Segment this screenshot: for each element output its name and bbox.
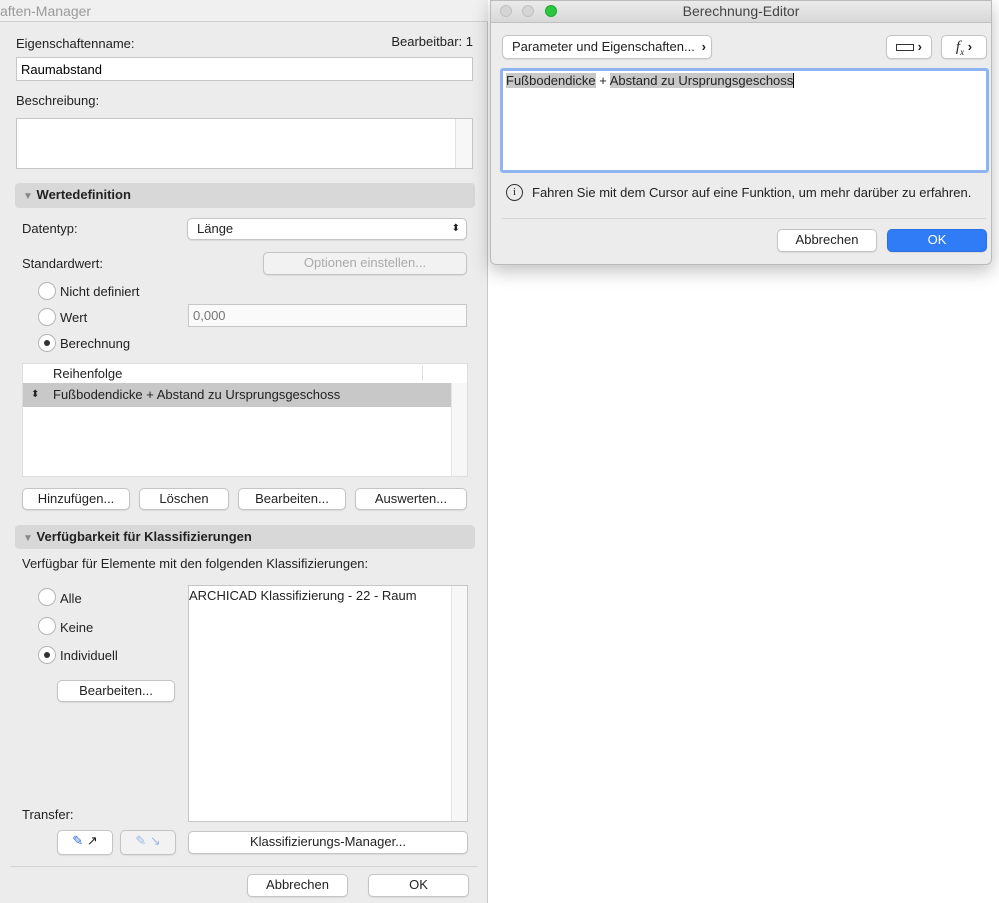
export-eyedropper-button[interactable]: ✎ ↗ xyxy=(57,830,113,855)
radio-none[interactable] xyxy=(38,617,56,635)
default-label: Standardwert: xyxy=(22,256,103,271)
evaluate-button[interactable]: Auswerten... xyxy=(355,488,467,510)
section-availability[interactable]: ▼ Verfügbarkeit für Klassifizierungen xyxy=(15,525,475,549)
units-button[interactable]: › xyxy=(886,35,932,59)
close-window-button[interactable] xyxy=(500,5,512,17)
add-button[interactable]: Hinzufügen... xyxy=(22,488,130,510)
table-row[interactable]: ⬍ Fußbodendicke + Abstand zu Ursprungsges… xyxy=(23,383,452,407)
section-title: Wertedefinition xyxy=(36,187,131,202)
formula-operator: + xyxy=(595,73,610,88)
section-title: Verfügbarkeit für Klassifizierungen xyxy=(36,529,252,544)
description-label: Beschreibung: xyxy=(16,93,100,108)
dialog-title-bar: Berechnung-Editor xyxy=(491,1,991,23)
syringe-icon: ✎ xyxy=(135,833,147,848)
scrollbar[interactable] xyxy=(455,119,472,168)
radio-calculation-label: Berechnung xyxy=(60,336,131,351)
calculation-editor-dialog: Berechnung-Editor Parameter und Eigensch… xyxy=(490,0,992,265)
chevron-right-icon: › xyxy=(701,39,706,54)
disclosure-triangle-icon: ▼ xyxy=(23,191,33,202)
chevron-right-icon: › xyxy=(967,39,973,54)
updown-chevron-icon: ⬍ xyxy=(451,223,460,234)
parameters-properties-button[interactable]: Parameter und Eigenschaften... › xyxy=(502,35,712,59)
disclosure-triangle-icon: ▼ xyxy=(23,533,33,544)
divider xyxy=(502,218,986,219)
radio-undefined-label: Nicht definiert xyxy=(60,284,140,299)
datatype-value: Länge xyxy=(197,221,234,236)
datatype-select[interactable]: Länge ⬍ xyxy=(187,218,467,240)
cancel-button[interactable]: Abbrechen xyxy=(247,874,348,897)
arrow-up-icon: ↗ xyxy=(86,833,98,848)
eyedropper-icon: ✎ xyxy=(72,833,84,848)
radio-value[interactable] xyxy=(38,308,56,326)
transfer-label: Transfer: xyxy=(22,807,74,822)
radio-none-label: Keine xyxy=(60,620,94,635)
ok-button[interactable]: OK xyxy=(887,229,987,252)
chevron-right-icon: › xyxy=(917,39,922,54)
cancel-button[interactable]: Abbrechen xyxy=(777,229,877,252)
edit-button[interactable]: Bearbeiten... xyxy=(238,488,346,510)
options-button[interactable]: Optionen einstellen... xyxy=(263,252,467,275)
info-text: Fahren Sie mit dem Cursor auf eine Funkt… xyxy=(532,185,972,200)
property-name-input[interactable] xyxy=(16,57,473,81)
divider xyxy=(10,866,478,867)
scrollbar[interactable] xyxy=(451,586,467,821)
edit-classification-button[interactable]: Bearbeiten... xyxy=(57,680,175,702)
zoom-window-button[interactable] xyxy=(545,5,557,17)
info-icon: i xyxy=(506,184,523,201)
minimize-window-button[interactable] xyxy=(522,5,534,17)
function-icon: fx xyxy=(955,39,965,57)
description-input[interactable] xyxy=(16,118,473,169)
classification-manager-button[interactable]: Klassifizierungs-Manager... xyxy=(188,831,468,854)
radio-individual-label: Individuell xyxy=(60,648,118,663)
editable-count: Bearbeitbar: 1 xyxy=(391,34,473,49)
value-input[interactable] xyxy=(188,304,467,327)
delete-button[interactable]: Löschen xyxy=(139,488,229,510)
import-syringe-button[interactable]: ✎ ↘ xyxy=(120,830,176,855)
formula-token[interactable]: Fußbodendicke xyxy=(506,73,596,88)
list-item[interactable]: ARCHICAD Klassifizierung - 22 - Raum xyxy=(189,588,417,603)
functions-button[interactable]: fx › xyxy=(941,35,987,59)
classification-list[interactable]: ARCHICAD Klassifizierung - 22 - Raum xyxy=(188,585,468,822)
ok-button[interactable]: OK xyxy=(368,874,469,897)
window-title: aften-Manager xyxy=(0,0,488,22)
availability-description: Verfügbar für Elemente mit den folgenden… xyxy=(22,556,369,571)
row-text: Fußbodendicke + Abstand zu Ursprungsgesc… xyxy=(53,387,341,402)
radio-individual[interactable] xyxy=(38,646,56,664)
order-header: Reihenfolge xyxy=(53,366,123,381)
formula-input[interactable]: Fußbodendicke + Abstand zu Ursprungsgesc… xyxy=(500,68,989,173)
dialog-title: Berechnung-Editor xyxy=(682,3,800,19)
scrollbar[interactable] xyxy=(451,383,467,476)
radio-calculation[interactable] xyxy=(38,334,56,352)
properties-manager-window: aften-Manager Eigenschaftenname: Bearbei… xyxy=(0,0,488,903)
arrow-down-icon: ↘ xyxy=(149,833,161,848)
datatype-label: Datentyp: xyxy=(22,221,78,236)
order-table: Reihenfolge ⬍ Fußbodendicke + Abstand zu … xyxy=(22,363,468,477)
radio-all[interactable] xyxy=(38,588,56,606)
name-label: Eigenschaftenname: xyxy=(16,36,135,51)
formula-token[interactable]: Abstand zu Ursprungsgeschoss xyxy=(609,73,795,88)
radio-undefined[interactable] xyxy=(38,282,56,300)
ruler-icon xyxy=(896,44,915,52)
radio-value-label: Wert xyxy=(60,310,88,325)
button-label: Parameter und Eigenschaften... xyxy=(512,39,695,54)
section-value-definition[interactable]: ▼ Wertedefinition xyxy=(15,183,475,208)
radio-all-label: Alle xyxy=(60,591,82,606)
drag-handle-icon[interactable]: ⬍ xyxy=(31,383,39,407)
